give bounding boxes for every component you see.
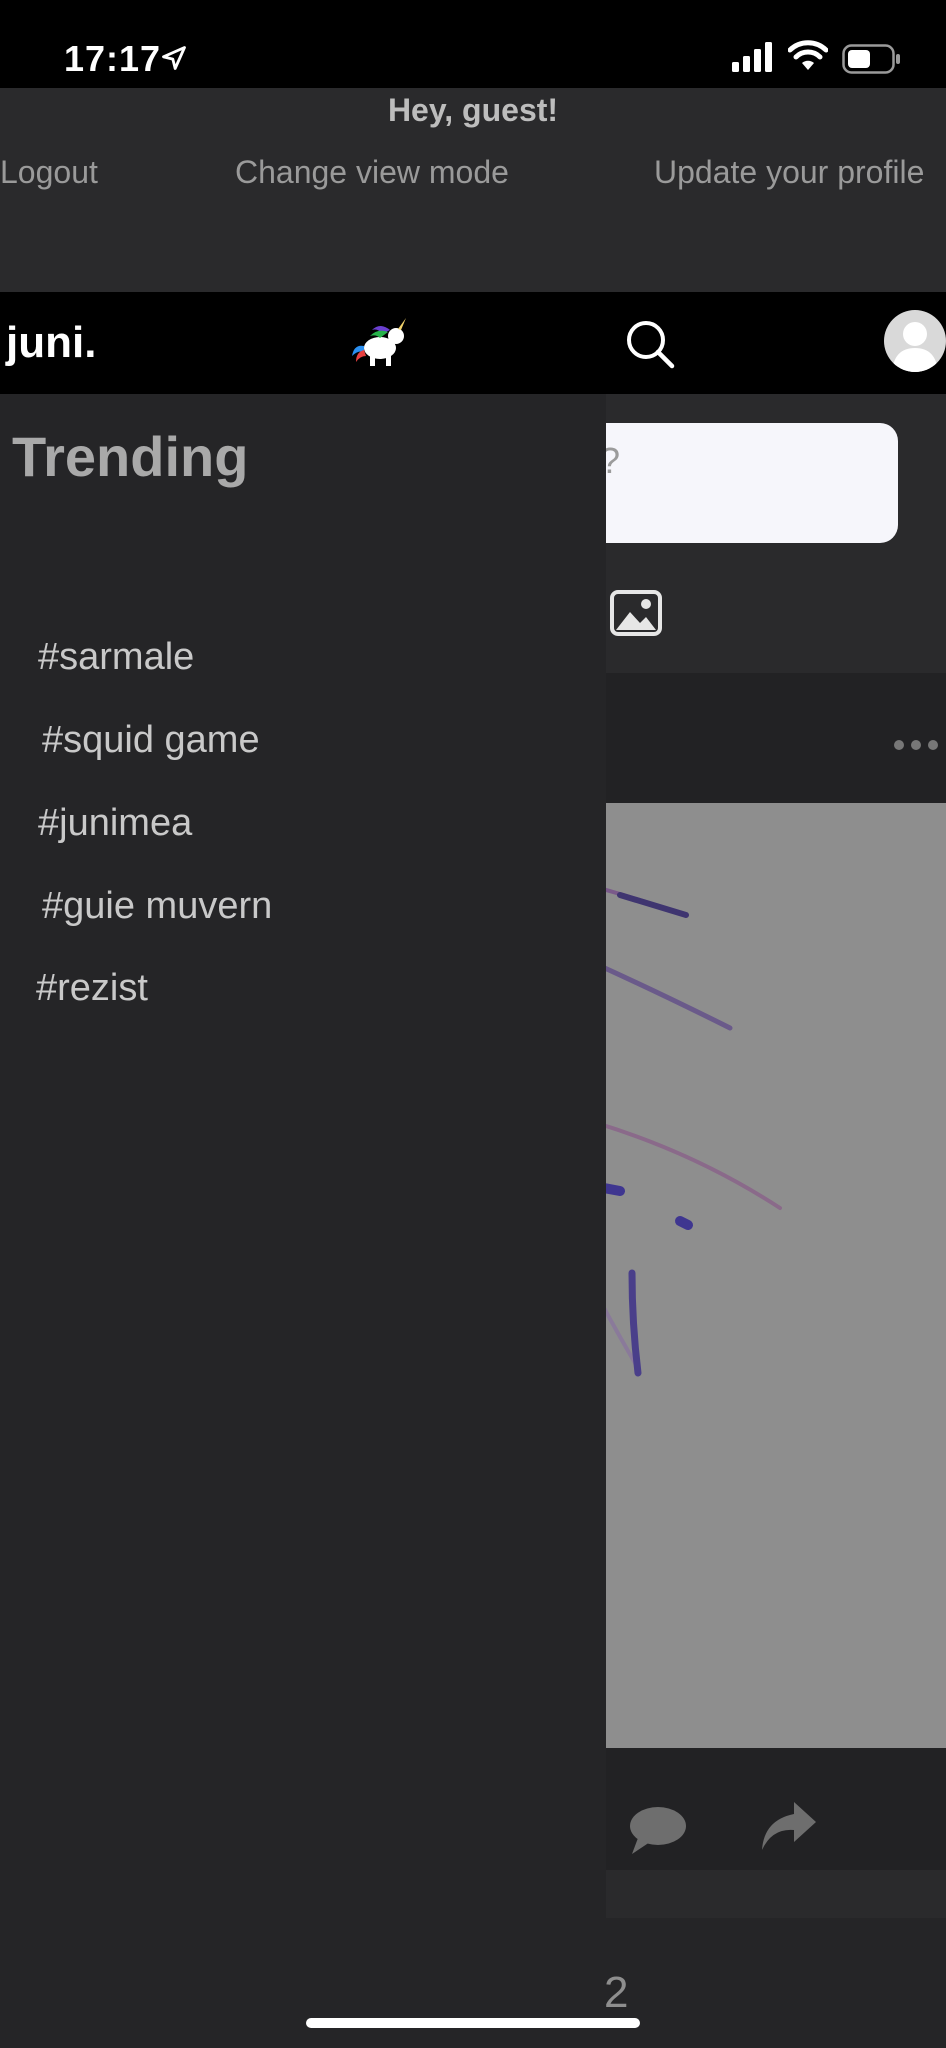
unicorn-logo-icon[interactable] xyxy=(350,316,410,373)
share-icon[interactable] xyxy=(758,1800,818,1859)
logout-link[interactable]: Logout xyxy=(0,154,98,191)
post-image[interactable] xyxy=(560,803,946,1748)
greeting-text: Hey, guest! xyxy=(387,92,559,128)
post-header xyxy=(560,673,946,803)
post-actions-bar xyxy=(560,1748,946,1870)
search-icon[interactable] xyxy=(624,318,676,375)
wifi-icon xyxy=(787,40,829,77)
user-avatar[interactable] xyxy=(884,310,946,372)
more-options-icon[interactable] xyxy=(892,738,940,757)
top-navigation-bar xyxy=(0,292,946,394)
trending-tag-guie-muvern[interactable]: #guie muvern xyxy=(42,885,272,928)
trending-tag-sarmale[interactable]: #sarmale xyxy=(38,636,194,679)
trending-tag-junimea[interactable]: #junimea xyxy=(38,802,192,845)
comment-icon[interactable] xyxy=(628,1804,688,1861)
update-profile-link[interactable]: Update your profile xyxy=(654,154,924,191)
trending-tag-squid-game[interactable]: #squid game xyxy=(42,719,260,762)
status-time: 17:17 xyxy=(64,38,162,79)
image-upload-icon[interactable] xyxy=(610,590,662,641)
home-indicator[interactable] xyxy=(306,2018,640,2028)
trending-title: Trending xyxy=(12,425,249,488)
cellular-signal-icon xyxy=(732,42,776,77)
trending-tag-rezist[interactable]: #rezist xyxy=(36,967,148,1010)
battery-icon xyxy=(842,44,902,79)
brand-logo-text[interactable]: juni. xyxy=(6,318,96,368)
status-bar: 17:17 xyxy=(0,0,946,88)
location-arrow-icon xyxy=(160,44,188,77)
change-view-mode-link[interactable]: Change view mode xyxy=(235,154,509,191)
